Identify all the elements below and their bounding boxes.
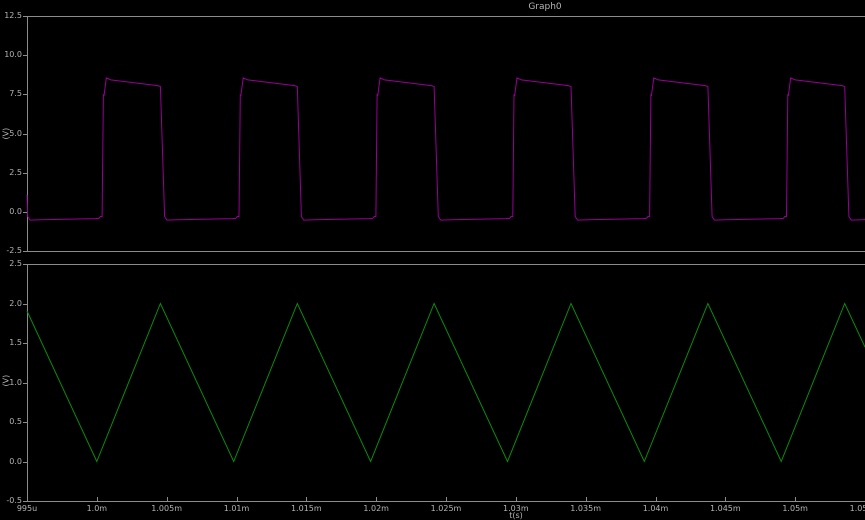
- y-tick-label: 12.5: [0, 11, 22, 21]
- x-tick-label: 1.005m: [142, 504, 192, 513]
- graph-window: Graph0 (V) (V) t(s) 12.510.07.55.02.50.0…: [0, 0, 865, 520]
- x-tick-label: 1.025m: [421, 504, 471, 513]
- y-tick-label: 10.0: [0, 50, 22, 60]
- x-tick-label: 1.03m: [491, 504, 541, 513]
- x-tick-label: 1.0m: [72, 504, 122, 513]
- x-tick-label: 1.055m: [840, 504, 865, 513]
- y-tick-label: 0.5: [0, 417, 22, 427]
- x-tick: [306, 497, 307, 501]
- y-tick-label: 1.0: [0, 378, 22, 388]
- x-tick: [516, 497, 517, 501]
- x-tick-label: 995u: [2, 504, 52, 513]
- y-tick: [23, 264, 27, 265]
- square-wave-trace: [27, 78, 865, 220]
- y-tick: [23, 55, 27, 56]
- y-tick: [23, 16, 27, 17]
- x-tick-label: 1.05m: [770, 504, 820, 513]
- y-tick-label: 2.5: [0, 168, 22, 178]
- waveform-layer: [0, 0, 865, 520]
- y-tick: [23, 173, 27, 174]
- x-tick: [586, 497, 587, 501]
- x-tick: [97, 497, 98, 501]
- x-tick: [167, 497, 168, 501]
- y-tick: [23, 383, 27, 384]
- y-tick-label: 0.0: [0, 207, 22, 217]
- y-tick: [23, 462, 27, 463]
- y-tick: [23, 422, 27, 423]
- y-tick: [23, 212, 27, 213]
- y-tick-label: 2.5: [0, 259, 22, 269]
- y-tick-label: 0.0: [0, 457, 22, 467]
- x-tick: [446, 497, 447, 501]
- y-tick-label: 7.5: [0, 89, 22, 99]
- y-tick-label: 5.0: [0, 129, 22, 139]
- x-tick: [725, 497, 726, 501]
- y-tick-label: 2.0: [0, 299, 22, 309]
- y-tick-label: 1.5: [0, 338, 22, 348]
- x-tick-label: 1.045m: [700, 504, 750, 513]
- x-tick-label: 1.035m: [561, 504, 611, 513]
- y-tick: [23, 501, 27, 502]
- x-tick: [376, 497, 377, 501]
- x-tick: [656, 497, 657, 501]
- triangle-wave-trace: [27, 304, 865, 462]
- y-tick: [23, 134, 27, 135]
- x-tick-label: 1.015m: [281, 504, 331, 513]
- y-tick-label: -2.5: [0, 246, 22, 256]
- y-tick: [23, 343, 27, 344]
- x-tick: [795, 497, 796, 501]
- y-tick: [23, 94, 27, 95]
- x-tick-label: 1.01m: [212, 504, 262, 513]
- x-tick: [237, 497, 238, 501]
- x-tick-label: 1.04m: [631, 504, 681, 513]
- y-tick: [23, 304, 27, 305]
- x-tick-label: 1.02m: [351, 504, 401, 513]
- x-tick: [27, 497, 28, 501]
- y-tick: [23, 251, 27, 252]
